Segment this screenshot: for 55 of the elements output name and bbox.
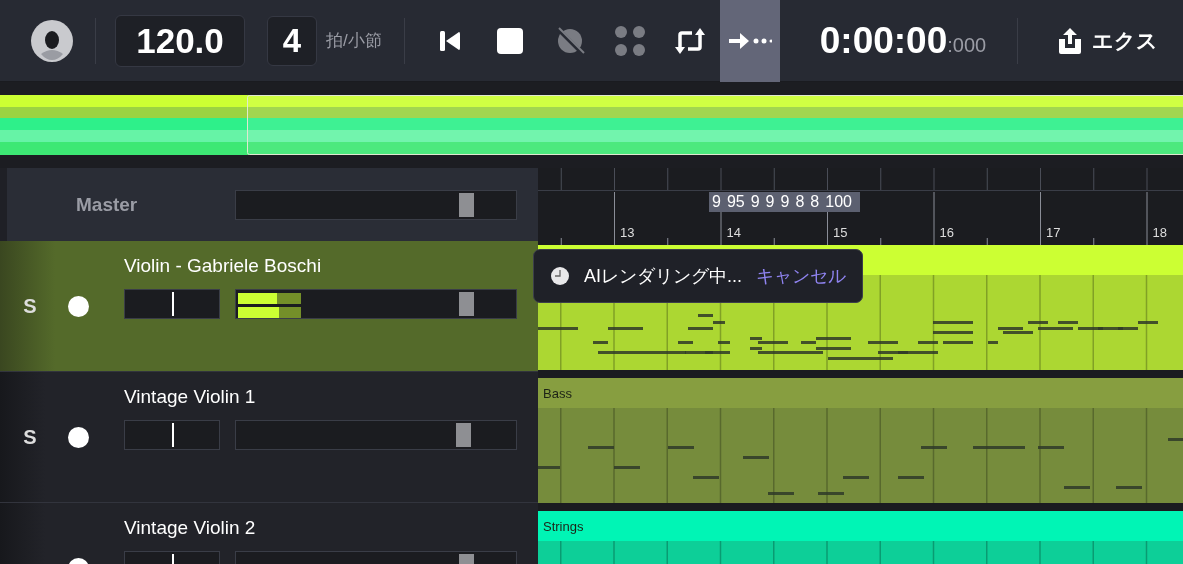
slider-thumb[interactable] [458,192,474,217]
tempo-marker[interactable]: 95 [726,192,745,212]
master-label: Master [76,193,139,216]
beats-field[interactable]: 4 [267,15,317,66]
solo-button[interactable]: S [0,425,60,449]
loop-icon [673,26,706,55]
tempo-marker[interactable]: 9 [765,192,775,212]
dots-grid-icon [613,24,646,57]
clip-label: Bass [543,385,572,401]
track-header[interactable]: S Vintage Violin 1 [0,372,538,503]
tempo-marker-strip[interactable]: 9 95 9 9 9 8 8 100 [709,192,860,212]
volume-slider[interactable] [235,289,517,319]
bar-number: 15 [833,225,848,240]
time-display: 0:00:00 [819,19,948,62]
slider-thumb[interactable] [458,292,474,316]
track-overview-drawing[interactable] [0,95,1183,155]
volume-slider[interactable] [235,189,517,220]
volume-slider[interactable] [235,420,517,450]
track-name: Vintage Violin 2 [124,517,257,539]
record-arm-button[interactable] [68,295,89,317]
skip-back-icon [437,28,462,53]
tempo-marker[interactable]: 8 [810,192,820,212]
avatar-icon[interactable] [31,19,73,62]
pan-slider[interactable] [124,420,220,450]
tempo-marker[interactable]: 9 [750,192,760,212]
track-name: Vintage Violin 1 [124,386,257,408]
track-header[interactable]: Vintage Violin 2 [0,503,538,564]
bar-number: 17 [1046,225,1061,240]
cancel-link[interactable]: キャンセル [756,264,846,288]
record-arm-button[interactable] [68,426,89,448]
bar-number: 14 [726,225,741,240]
tempo-marker[interactable]: 8 [795,192,805,212]
solo-button[interactable]: S [0,294,60,318]
tempo-field[interactable]: 120.0 [115,14,245,67]
track-header[interactable]: S Violin - Gabriele Boschi [0,241,538,372]
timeline-ruler[interactable]: 13 14 15 16 17 18 9 95 9 9 9 8 8 100 [538,168,1183,245]
tempo-marker[interactable]: 100 [825,192,852,212]
tempo-marker[interactable]: 9 [712,192,721,212]
toast-message: AIレンダリング中... [584,265,742,288]
stop-icon [496,27,523,54]
beats-unit-label: 拍/小節 [326,30,382,52]
share-icon [1058,26,1083,55]
tempo-marker[interactable]: 9 [780,192,790,212]
bar-number: 13 [620,225,635,240]
pan-slider[interactable] [124,289,220,319]
time-milliseconds: :000 [947,34,987,57]
bar-number: 18 [1152,225,1167,240]
arrow-right-icon [727,30,772,51]
clock-icon [550,266,570,286]
follow-button[interactable] [719,0,780,82]
clip-label: Strings [543,518,584,534]
track-name: Violin - Gabriele Boschi [124,255,323,277]
slider-thumb[interactable] [455,423,471,447]
bar-number: 16 [939,225,954,240]
export-button[interactable]: エクス [1058,26,1159,55]
